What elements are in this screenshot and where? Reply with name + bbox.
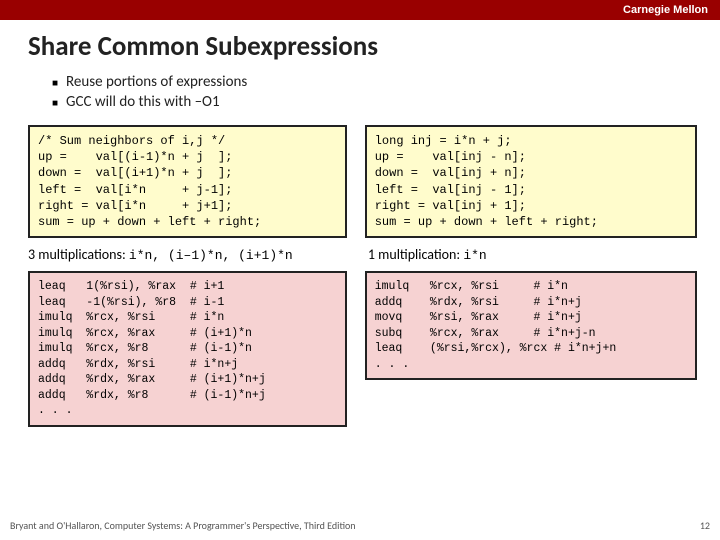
footer-citation: Bryant and O'Hallaron, Computer Systems:… (10, 519, 356, 532)
original-asm-code: leaq 1(%rsi), %rax # i+1 leaq -1(%rsi), … (28, 271, 347, 427)
left-column: /* Sum neighbors of i,j */ up = val[(i-1… (28, 125, 347, 427)
caption-text: 1 multiplication: (368, 246, 463, 263)
right-column: long inj = i*n + j; up = val[inj - n]; d… (365, 125, 697, 427)
org-label: Carnegie Mellon (623, 4, 708, 16)
slide-title: Share Common Subexpressions (28, 30, 692, 63)
footer: Bryant and O'Hallaron, Computer Systems:… (10, 519, 710, 532)
caption-text: 3 multiplications: (28, 246, 129, 263)
page-number: 12 (700, 519, 710, 532)
header-bar: Carnegie Mellon (0, 0, 720, 20)
bullet-item: Reuse portions of expressions (52, 73, 692, 91)
optimized-asm-code: imulq %rcx, %rsi # i*n addq %rdx, %rsi #… (365, 271, 697, 380)
original-c-code: /* Sum neighbors of i,j */ up = val[(i-1… (28, 125, 347, 238)
left-caption: 3 multiplications: i*n, (i–1)*n, (i+1)*n (28, 246, 347, 263)
bullet-list: Reuse portions of expressions GCC will d… (52, 73, 692, 111)
slide-content: Share Common Subexpressions Reuse portio… (0, 20, 720, 427)
bullet-item: GCC will do this with –O1 (52, 93, 692, 111)
optimized-c-code: long inj = i*n + j; up = val[inj - n]; d… (365, 125, 697, 238)
caption-code: i*n, (i–1)*n, (i+1)*n (129, 248, 293, 263)
columns: /* Sum neighbors of i,j */ up = val[(i-1… (28, 125, 692, 427)
caption-code: i*n (463, 248, 486, 263)
right-caption: 1 multiplication: i*n (365, 246, 697, 263)
